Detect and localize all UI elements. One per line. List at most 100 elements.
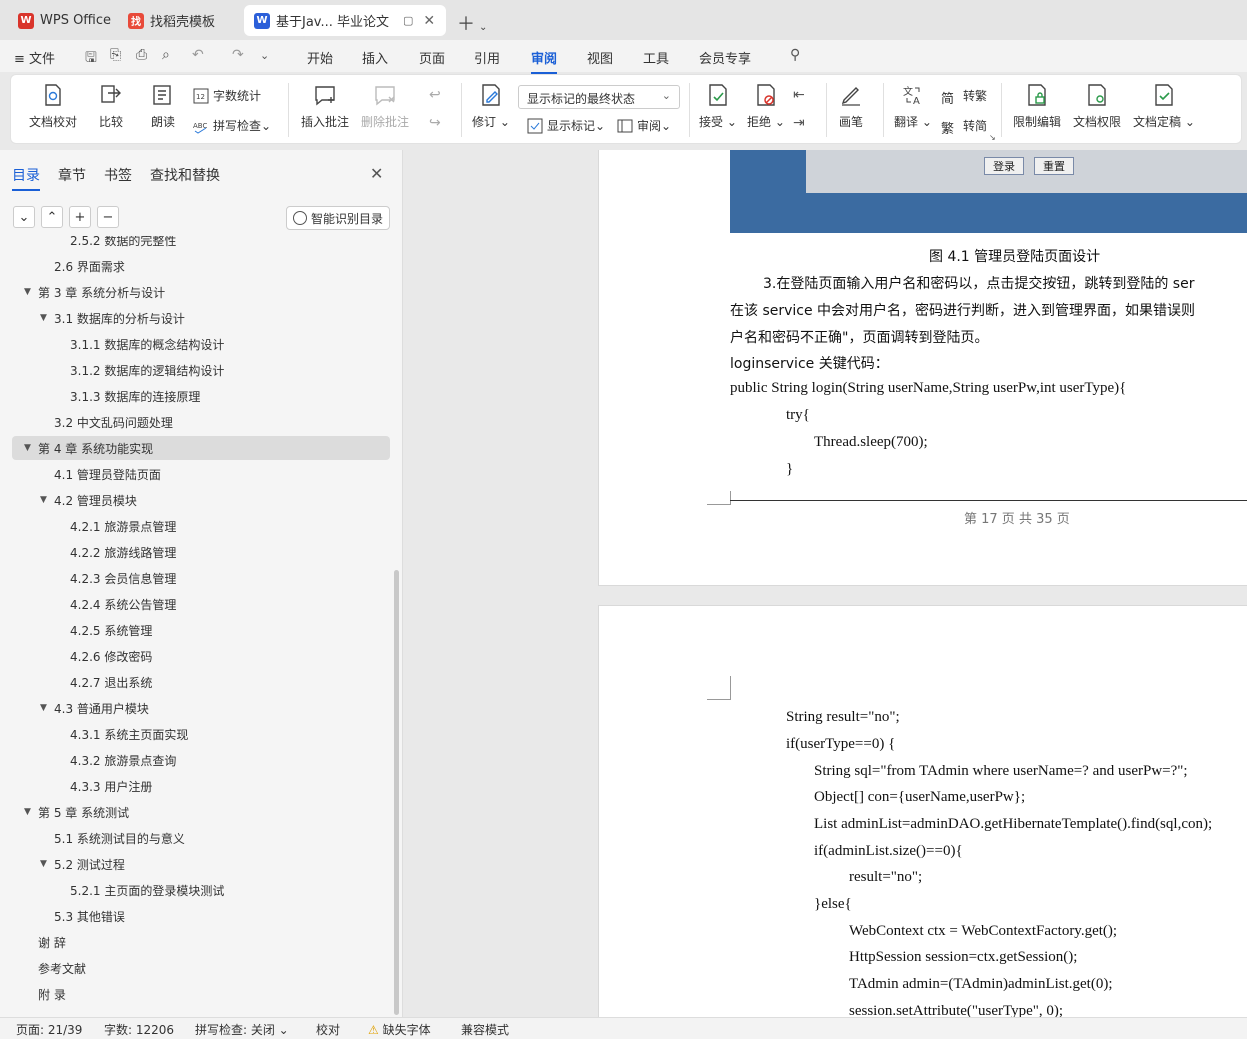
toc-item[interactable]: ▼ 3.1 数据库的分析与设计 xyxy=(12,306,390,330)
restrict-edit-button[interactable]: 限制编辑 xyxy=(1013,75,1061,130)
document-canvas[interactable]: 登录 重置 图 4.1 管理员登陆页面设计 3.在登陆页面输入用户名和密码以，点… xyxy=(404,150,1247,1017)
print-preview-icon[interactable]: ⌕ xyxy=(162,47,170,63)
review-pane-button[interactable]: 审阅 ⌄ xyxy=(617,117,671,134)
restore-window-icon[interactable]: ▢ xyxy=(403,14,413,27)
translate-button[interactable]: 文A 翻译 ⌄ xyxy=(894,75,932,130)
add-heading-icon[interactable]: + xyxy=(69,206,91,228)
nav-tab-toc[interactable]: 目录 xyxy=(12,165,40,191)
toc-item[interactable]: 4.3.3 用户注册 xyxy=(12,774,390,798)
toc-item[interactable]: 3.1.1 数据库的概念结构设计 xyxy=(12,332,390,356)
prev-comment-icon[interactable]: ↩ xyxy=(429,87,441,103)
doc-permission-button[interactable]: 文档权限 xyxy=(1073,75,1121,130)
to-traditional-button[interactable]: 简 转繁 xyxy=(941,87,987,107)
toc-item[interactable]: 4.2.5 系统管理 xyxy=(12,618,390,642)
next-comment-icon[interactable]: ↪ xyxy=(429,115,441,131)
remove-heading-icon[interactable]: − xyxy=(97,206,119,228)
toc-item[interactable]: 参考文献 xyxy=(12,956,390,980)
tab-docer-templates[interactable]: 找 找稻壳模板 xyxy=(118,5,242,36)
prev-change-icon[interactable]: ⇤ xyxy=(793,87,805,103)
save-icon[interactable]: 🖫 xyxy=(85,47,97,71)
close-tab-icon[interactable]: ✕ xyxy=(423,13,435,29)
search-icon[interactable]: ⚲ xyxy=(790,47,800,63)
toc-item[interactable]: ▼ 第 3 章 系统分析与设计 xyxy=(12,280,390,304)
toc-item[interactable]: 3.1.3 数据库的连接原理 xyxy=(12,384,390,408)
toc-item[interactable]: 4.2.1 旅游景点管理 xyxy=(12,514,390,538)
missing-font-status[interactable]: ⚠ 缺失字体 xyxy=(368,1021,431,1038)
spell-check-status[interactable]: 拼写检查: 关闭 ⌄ xyxy=(195,1021,289,1038)
toc-item[interactable]: ▼ 5.2 测试过程 xyxy=(12,852,390,876)
expand-arrow-icon[interactable]: ▼ xyxy=(24,287,31,297)
menu-view[interactable]: 视图 xyxy=(587,48,613,67)
toc-item[interactable]: 4.2.6 修改密码 xyxy=(12,644,390,668)
expand-arrow-icon[interactable]: ▼ xyxy=(40,859,47,869)
toc-item[interactable]: 谢 辞 xyxy=(12,930,390,954)
page-indicator[interactable]: 页面: 21/39 xyxy=(16,1021,82,1038)
menu-insert[interactable]: 插入 xyxy=(362,48,388,67)
nav-tab-bookmarks[interactable]: 书签 xyxy=(104,165,132,185)
reject-button[interactable]: 拒绝 ⌄ xyxy=(747,75,785,130)
track-changes-button[interactable]: 修订 ⌄ xyxy=(472,75,510,130)
doc-check-button[interactable]: 文档校对 xyxy=(29,75,77,130)
toc-item[interactable]: 4.2.4 系统公告管理 xyxy=(12,592,390,616)
print-icon[interactable]: ⎙ xyxy=(136,47,147,63)
menu-home[interactable]: 开始 xyxy=(307,48,333,67)
toc-item[interactable]: 2.6 界面需求 xyxy=(12,254,390,278)
insert-comment-button[interactable]: 插入批注 xyxy=(301,75,349,130)
undo-icon[interactable]: ↶ xyxy=(192,47,204,63)
menu-tools[interactable]: 工具 xyxy=(643,48,669,67)
toc-item[interactable]: 5.1 系统测试目的与意义 xyxy=(12,826,390,850)
nav-scrollbar[interactable] xyxy=(394,570,399,1015)
delete-comment-button[interactable]: 删除批注 xyxy=(361,75,409,130)
spell-check-button[interactable]: ABC 拼写检查 ⌄ xyxy=(193,117,271,134)
toc-item[interactable]: ▼ 第 4 章 系统功能实现 xyxy=(12,436,390,460)
pen-button[interactable]: 画笔 xyxy=(839,75,863,130)
expand-arrow-icon[interactable]: ▼ xyxy=(40,313,47,323)
export-icon[interactable]: ⎘ xyxy=(110,47,121,63)
tab-wps-office[interactable]: W WPS Office xyxy=(8,5,112,36)
toc-item[interactable]: ▼ 第 5 章 系统测试 xyxy=(12,800,390,824)
toc-item[interactable]: 4.2.3 会员信息管理 xyxy=(12,566,390,590)
toc-item[interactable]: 3.1.2 数据库的逻辑结构设计 xyxy=(12,358,390,382)
toc-item[interactable]: 4.3.1 系统主页面实现 xyxy=(12,722,390,746)
markup-state-select[interactable]: 显示标记的最终状态 ⌄ xyxy=(518,85,680,109)
close-icon[interactable]: ✕ xyxy=(370,164,383,183)
smart-toc-button[interactable]: 智能识别目录 xyxy=(286,206,390,230)
file-menu[interactable]: ≡ 文件 xyxy=(14,48,55,67)
expand-arrow-icon[interactable]: ▼ xyxy=(24,807,31,817)
toc-item[interactable]: 4.2.7 退出系统 xyxy=(12,670,390,694)
toc-item[interactable]: 4.3.2 旅游景点查询 xyxy=(12,748,390,772)
compare-button[interactable]: 比较 xyxy=(99,75,123,130)
show-markup-button[interactable]: 显示标记 ⌄ xyxy=(527,117,605,134)
dialog-launcher-icon[interactable]: ↘ xyxy=(989,133,996,142)
toc-item[interactable]: 4.1 管理员登陆页面 xyxy=(12,462,390,486)
toc-item[interactable]: ▼ 4.3 普通用户模块 xyxy=(12,696,390,720)
toc-item[interactable]: ▼ 4.2 管理员模块 xyxy=(12,488,390,512)
redo-icon[interactable]: ↷ xyxy=(232,47,244,63)
nav-tab-chapters[interactable]: 章节 xyxy=(58,165,86,185)
toc-item[interactable]: 附 录 xyxy=(12,982,390,1006)
proofread-status[interactable]: 校对 xyxy=(316,1021,340,1038)
doc-finalize-button[interactable]: 文档定稿 ⌄ xyxy=(1133,75,1195,130)
read-aloud-button[interactable]: 朗读 xyxy=(151,75,175,130)
menu-member[interactable]: 会员专享 xyxy=(699,48,751,67)
nav-tab-find-replace[interactable]: 查找和替换 xyxy=(150,165,220,185)
menu-references[interactable]: 引用 xyxy=(474,48,500,67)
next-change-icon[interactable]: ⇥ xyxy=(793,115,805,131)
new-tab-button[interactable]: ＋ ⌄ xyxy=(457,10,487,36)
toc-item[interactable]: 4.2.2 旅游线路管理 xyxy=(12,540,390,564)
word-count-button[interactable]: 12 字数统计 xyxy=(193,87,261,104)
collapse-chevron-down-icon[interactable]: ⌄ xyxy=(13,206,35,228)
expand-arrow-icon[interactable]: ▼ xyxy=(24,443,31,453)
toc-item[interactable]: 5.3 其他错误 xyxy=(12,904,390,928)
expand-arrow-icon[interactable]: ▼ xyxy=(40,495,47,505)
tab-thesis-document[interactable]: W 基于Jav... 毕业论文 ▢ ✕ xyxy=(244,5,446,36)
menu-review[interactable]: 审阅 xyxy=(531,48,558,74)
menu-page[interactable]: 页面 xyxy=(419,48,445,67)
word-count-status[interactable]: 字数: 12206 xyxy=(104,1021,174,1038)
toc-item[interactable]: 3.2 中文乱码问题处理 xyxy=(12,410,390,434)
to-simplified-button[interactable]: 繁 转简 xyxy=(941,117,987,137)
accept-button[interactable]: 接受 ⌄ xyxy=(699,75,737,130)
quick-access-chevron-icon[interactable]: ⌄ xyxy=(260,49,269,62)
expand-chevron-up-icon[interactable]: ⌃ xyxy=(41,206,63,228)
expand-arrow-icon[interactable]: ▼ xyxy=(40,703,47,713)
